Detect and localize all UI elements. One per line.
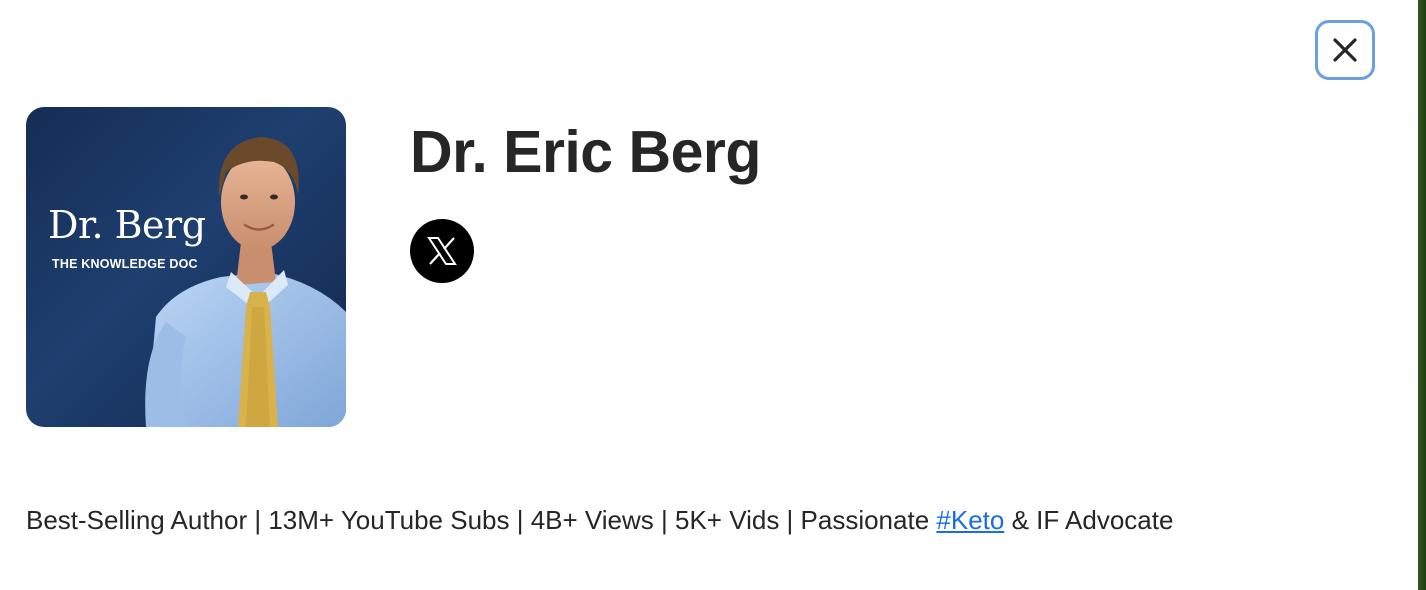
avatar-brand-text: Dr. Berg <box>48 203 206 247</box>
profile-avatar: Dr. Berg THE KNOWLEDGE DOC <box>26 107 346 427</box>
profile-dialog: Dr. Berg THE KNOWLEDGE DOC Dr. Eric Berg… <box>0 0 1426 590</box>
background-edge <box>1418 0 1426 590</box>
bio-text-end: & IF Advocate <box>1004 505 1174 535</box>
avatar-tagline: THE KNOWLEDGE DOC <box>52 257 198 271</box>
close-button[interactable] <box>1315 20 1375 80</box>
x-logo-icon <box>427 237 457 265</box>
profile-bio: Best-Selling Author | 13M+ YouTube Subs … <box>26 505 1173 536</box>
hashtag-link[interactable]: #Keto <box>936 505 1004 535</box>
x-social-link[interactable] <box>410 219 474 283</box>
bio-text-start: Best-Selling Author | 13M+ YouTube Subs … <box>26 505 937 535</box>
close-icon <box>1333 38 1357 62</box>
profile-name: Dr. Eric Berg <box>410 119 761 185</box>
